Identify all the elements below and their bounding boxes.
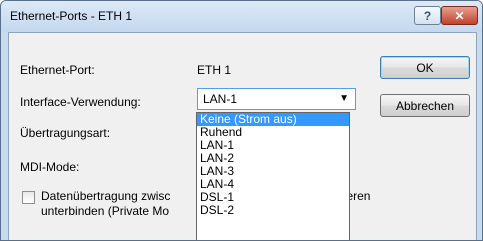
close-icon: ✕ — [454, 8, 465, 23]
interface-usage-select[interactable]: LAN-1 ▼ — [197, 88, 356, 110]
close-button[interactable]: ✕ — [441, 6, 478, 25]
cancel-button-label: Abbrechen — [395, 98, 455, 113]
interface-usage-label: Interface-Verwendung: — [20, 95, 141, 109]
transfer-mode-label: Übertragungsart: — [20, 126, 111, 140]
interface-usage-dropdown-list[interactable]: Keine (Strom aus) Ruhend LAN-1 LAN-2 LAN… — [196, 112, 350, 240]
help-icon: ? — [423, 8, 432, 23]
help-button[interactable]: ? — [414, 6, 441, 25]
chevron-down-icon[interactable]: ▼ — [339, 93, 349, 104]
ok-button[interactable]: OK — [380, 56, 470, 79]
private-mode-checkbox[interactable] — [22, 191, 35, 204]
ok-button-label: OK — [416, 60, 434, 75]
cancel-button[interactable]: Abbrechen — [380, 94, 470, 117]
title-bar[interactable]: Ethernet-Ports - ETH 1 ? ✕ — [1, 1, 482, 32]
mdi-mode-label: MDI-Mode: — [20, 160, 80, 174]
dialog-window: Ethernet-Ports - ETH 1 ? ✕ Ethernet-Port… — [0, 0, 483, 241]
window-title: Ethernet-Ports - ETH 1 — [10, 9, 133, 23]
dropdown-option[interactable]: DSL-2 — [197, 204, 349, 217]
interface-usage-value: LAN-1 — [203, 92, 238, 106]
ethernet-port-value: ETH 1 — [197, 63, 232, 77]
private-mode-text-2: unterbinden (Private Mo — [41, 204, 170, 218]
private-mode-text-1: Datenübertragung zwisc — [41, 189, 171, 203]
ethernet-port-label: Ethernet-Port: — [20, 63, 95, 77]
